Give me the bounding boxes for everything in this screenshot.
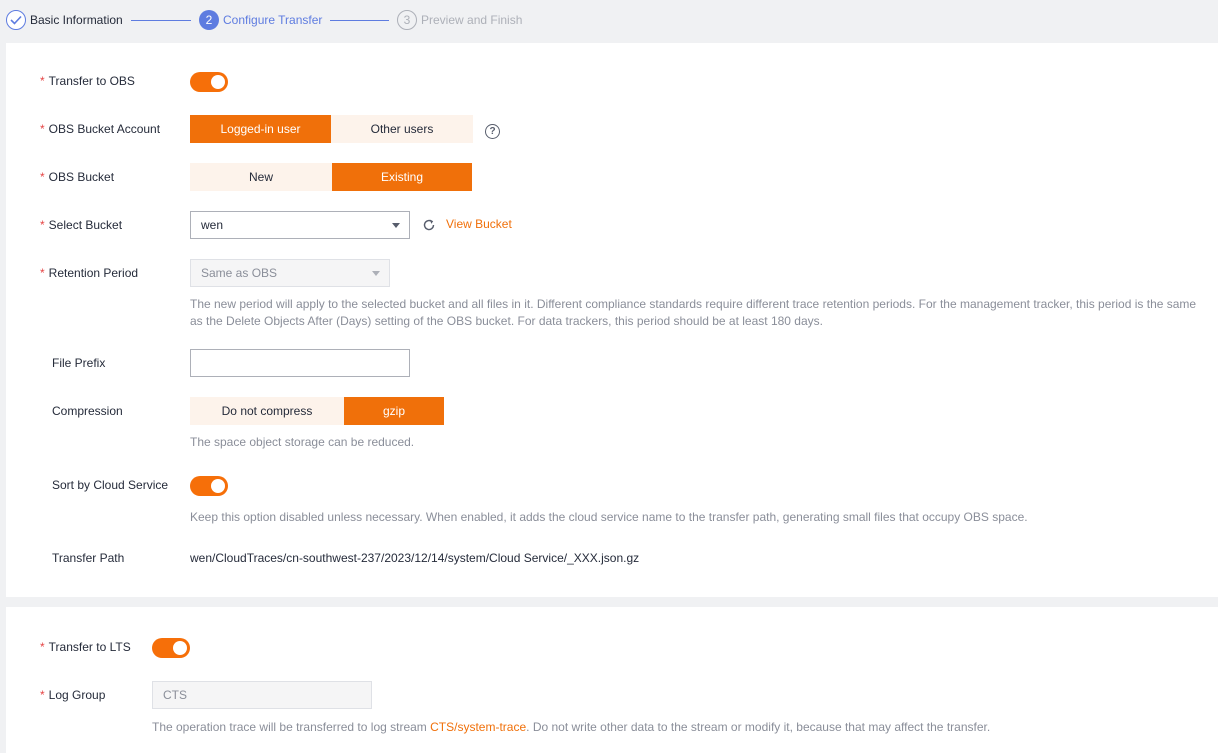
required-mark: * — [40, 170, 45, 184]
option-new[interactable]: New — [190, 163, 332, 191]
log-group-input: CTS — [152, 681, 372, 709]
option-existing[interactable]: Existing — [332, 163, 472, 191]
sort-by-cloud-service-label: Sort by Cloud Service — [52, 478, 169, 492]
step-connector — [131, 20, 191, 21]
lts-transfer-panel: * Transfer to LTS * Log Group CTS The oper… — [6, 607, 1218, 753]
required-mark: * — [40, 218, 45, 232]
option-logged-in-user[interactable]: Logged-in user — [190, 115, 331, 143]
step-preview-and-finish[interactable]: 3 Preview and Finish — [397, 10, 522, 30]
compression-label: Compression — [52, 404, 123, 418]
required-mark: * — [40, 74, 45, 88]
refresh-icon[interactable] — [422, 218, 436, 232]
compression-selector: Do not compress gzip — [190, 397, 444, 425]
obs-bucket-account-label: * OBS Bucket Account — [40, 122, 161, 136]
chevron-down-icon — [392, 223, 400, 228]
step-number: 2 — [199, 10, 219, 30]
obs-bucket-label: * OBS Bucket — [40, 170, 115, 184]
toggle-knob — [211, 479, 225, 493]
check-icon — [6, 10, 26, 30]
required-mark: * — [40, 266, 45, 280]
step-connector — [330, 20, 389, 21]
compression-hint: The space object storage can be reduced. — [190, 435, 415, 449]
transfer-path-value: wen/CloudTraces/cn-southwest-237/2023/12… — [190, 551, 640, 565]
required-mark: * — [40, 122, 45, 136]
step-basic-information[interactable]: Basic Information — [6, 10, 123, 30]
file-prefix-input[interactable] — [190, 349, 410, 377]
obs-bucket-selector: New Existing — [190, 163, 472, 191]
sort-by-cloud-service-toggle[interactable] — [190, 476, 228, 496]
file-prefix-label: File Prefix — [52, 356, 106, 370]
sort-by-cloud-service-hint: Keep this option disabled unless necessa… — [190, 510, 1028, 524]
transfer-obs-label: * Transfer to OBS — [40, 74, 135, 88]
obs-transfer-panel: * Transfer to OBS * OBS Bucket Account Log… — [6, 43, 1218, 597]
select-bucket-value: wen — [201, 218, 224, 232]
select-bucket-label: * Select Bucket — [40, 218, 123, 232]
option-gzip[interactable]: gzip — [344, 397, 444, 425]
step-configure-transfer[interactable]: 2 Configure Transfer — [199, 10, 322, 30]
option-other-users[interactable]: Other users — [331, 115, 473, 143]
step-label: Configure Transfer — [223, 13, 323, 27]
retention-period-value: Same as OBS — [201, 266, 278, 280]
log-stream-link[interactable]: CTS/system-trace — [430, 720, 526, 734]
transfer-path-label: Transfer Path — [52, 551, 125, 565]
obs-bucket-account-selector: Logged-in user Other users — [190, 115, 473, 143]
retention-period-dropdown: Same as OBS — [190, 259, 390, 287]
required-mark: * — [40, 640, 45, 654]
step-label: Basic Information — [30, 13, 123, 27]
select-bucket-dropdown[interactable]: wen — [190, 211, 410, 239]
retention-period-label: * Retention Period — [40, 266, 139, 280]
help-icon[interactable]: ? — [485, 124, 500, 139]
chevron-down-icon — [372, 271, 380, 276]
toggle-knob — [211, 75, 225, 89]
step-label: Preview and Finish — [421, 13, 523, 27]
retention-period-hint: The new period will apply to the selecte… — [190, 297, 1197, 328]
transfer-lts-label: * Transfer to LTS — [40, 640, 131, 654]
required-mark: * — [40, 688, 45, 702]
stepper: Basic Information 2 Configure Transfer 3… — [0, 0, 1218, 42]
option-do-not-compress[interactable]: Do not compress — [190, 397, 344, 425]
toggle-knob — [173, 641, 187, 655]
step-number: 3 — [397, 10, 417, 30]
log-group-hint: The operation trace will be transferred … — [152, 720, 991, 734]
view-bucket-link[interactable]: View Bucket — [446, 217, 512, 231]
log-group-label: * Log Group — [40, 688, 106, 702]
transfer-obs-toggle[interactable] — [190, 72, 228, 92]
transfer-lts-toggle[interactable] — [152, 638, 190, 658]
